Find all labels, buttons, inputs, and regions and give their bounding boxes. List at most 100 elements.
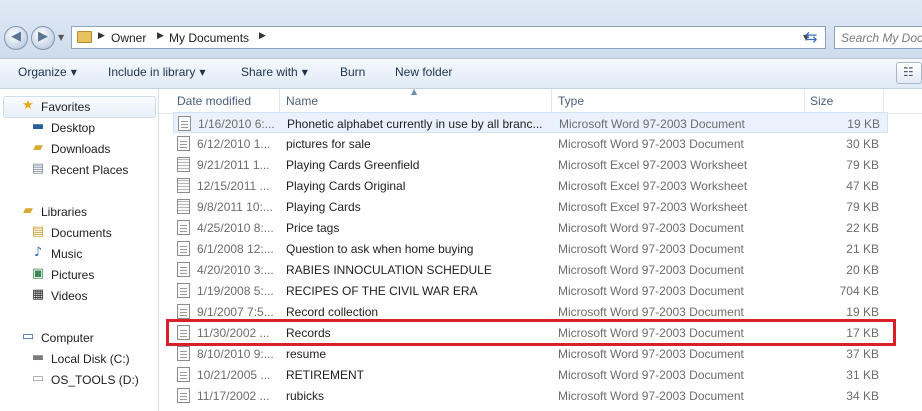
forward-button[interactable]: ▶ (31, 26, 55, 50)
nav-music-label: Music (51, 247, 83, 261)
command-bar: Organize ▼ Include in library ▼ Share with… (0, 59, 922, 89)
column-header-size[interactable]: Size (810, 94, 833, 108)
nav-favorites-label: Favorites (41, 100, 91, 114)
file-date-modified: 4/20/2010 3:... (197, 263, 274, 277)
nav-pictures-label: Pictures (51, 268, 95, 282)
file-size: 31 KB (846, 368, 879, 382)
file-type: Microsoft Word 97-2003 Document (558, 242, 744, 256)
column-divider[interactable] (279, 89, 280, 113)
drive-icon: ▭ (31, 371, 45, 386)
file-row[interactable]: 10/21/2005 ... RETIREMENT Microsoft Word 9… (173, 364, 888, 385)
file-size: 30 KB (846, 137, 879, 151)
pictures-icon: ▣ (31, 266, 45, 281)
refresh-icon[interactable]: ⇆ (805, 28, 818, 46)
file-name: resume (286, 347, 327, 361)
documents-library-icon: ▤ (31, 224, 45, 239)
file-row[interactable]: 6/12/2010 1... pictures for sale Microsoft… (173, 133, 888, 154)
include-in-library-button[interactable]: Include in library ▼ (108, 65, 206, 79)
file-row[interactable]: 1/19/2008 5:... RECIPES OF THE CIVIL WAR … (173, 280, 888, 301)
file-type: Microsoft Word 97-2003 Document (559, 117, 745, 131)
word-doc-icon (178, 116, 191, 131)
breadcrumb-separator-icon[interactable]: ▶ (98, 31, 105, 41)
recent-pages-dropdown[interactable]: ▼ (58, 33, 64, 42)
word-doc-icon (177, 241, 190, 256)
file-row[interactable]: 9/1/2007 7:5... Record collection Microsof… (173, 301, 888, 322)
file-row[interactable]: 11/30/2002 ... Records Microsoft Word 97-2… (173, 322, 888, 343)
share-with-label: Share with (241, 65, 298, 79)
file-row[interactable]: 6/1/2008 12:... Question to ask when home… (173, 238, 888, 259)
file-type: Microsoft Excel 97-2003 Worksheet (558, 179, 748, 193)
burn-button[interactable]: Burn (340, 65, 365, 79)
word-doc-icon (177, 304, 190, 319)
file-row[interactable]: 4/20/2010 3:... RABIES INNOCULATION SCHED… (173, 259, 888, 280)
file-name: rubicks (286, 389, 325, 403)
file-name: Price tags (286, 221, 340, 235)
view-list-icon: ☷ (903, 65, 914, 79)
new-folder-button[interactable]: New folder (395, 65, 452, 79)
file-row[interactable]: 4/25/2010 8:... Price tags Microsoft Word … (173, 217, 888, 238)
file-type: Microsoft Word 97-2003 Document (558, 326, 744, 340)
file-size: 704 KB (839, 284, 879, 298)
address-field[interactable]: ▶ Owner ▶ My Documents ▶ (71, 26, 826, 49)
change-view-button[interactable]: ☷ (896, 62, 922, 84)
share-with-button[interactable]: Share with ▼ (241, 65, 308, 79)
column-header-date-modified[interactable]: Date modified (177, 94, 251, 108)
file-type: Microsoft Word 97-2003 Document (558, 389, 744, 403)
forward-arrow-icon: ▶ (38, 29, 48, 44)
file-name: RABIES INNOCULATION SCHEDULE (286, 263, 492, 277)
file-date-modified: 12/15/2011 ... (197, 179, 270, 193)
column-divider[interactable] (883, 89, 884, 113)
word-doc-icon (177, 262, 190, 277)
search-input[interactable]: Search My Documents (834, 26, 922, 49)
file-name: RECIPES OF THE CIVIL WAR ERA (286, 284, 478, 298)
file-date-modified: 1/19/2008 5:... (197, 284, 274, 298)
address-bar: ◀ ▶ ▼ ▶ Owner ▶ My Documents ▶ ▼ ⇆ Searc… (0, 0, 922, 59)
downloads-folder-icon: ▰ (33, 140, 43, 155)
file-date-modified: 6/1/2008 12:... (197, 242, 274, 256)
organize-button[interactable]: Organize ▼ (18, 65, 77, 79)
nav-libraries-label: Libraries (41, 205, 88, 219)
back-button[interactable]: ◀ (4, 26, 28, 50)
file-size: 22 KB (846, 221, 879, 235)
file-type: Microsoft Word 97-2003 Document (558, 284, 744, 298)
file-row[interactable]: 11/17/2002 ... rubicks Microsoft Word 97-2… (173, 385, 888, 406)
nav-recent-places-label: Recent Places (51, 163, 129, 177)
column-divider[interactable] (551, 89, 552, 113)
file-size: 21 KB (846, 242, 879, 256)
file-row[interactable]: 9/8/2011 10:... Playing Cards Microsoft Ex… (173, 196, 888, 217)
file-row[interactable]: 1/16/2010 6:... Phonetic alphabet current… (173, 112, 888, 133)
word-doc-icon (177, 346, 190, 361)
file-date-modified: 11/30/2002 ... (197, 326, 270, 340)
organize-label: Organize (18, 65, 67, 79)
file-row[interactable]: 9/21/2011 1... Playing Cards Greenfield Mi… (173, 154, 888, 175)
file-type: Microsoft Word 97-2003 Document (558, 347, 744, 361)
file-name: pictures for sale (286, 137, 371, 151)
breadcrumb-separator-icon[interactable]: ▶ (259, 31, 266, 41)
file-row[interactable]: 12/15/2011 ... Playing Cards Original Micr… (173, 175, 888, 196)
word-doc-icon (177, 283, 190, 298)
excel-sheet-icon (177, 157, 190, 172)
file-date-modified: 9/8/2011 10:... (197, 200, 273, 214)
folder-icon (77, 31, 92, 43)
breadcrumb-owner[interactable]: Owner (111, 31, 146, 45)
music-note-icon: ♪ (33, 245, 43, 260)
breadcrumb-my-documents[interactable]: My Documents (169, 31, 249, 45)
column-header-name[interactable]: Name (286, 94, 318, 108)
chevron-down-icon: ▼ (301, 68, 308, 77)
libraries-icon: ▰ (23, 203, 33, 218)
file-size: 19 KB (847, 117, 880, 131)
column-divider[interactable] (804, 89, 805, 113)
column-header-type[interactable]: Type (558, 94, 584, 108)
file-date-modified: 11/17/2002 ... (197, 389, 270, 403)
file-type: Microsoft Word 97-2003 Document (558, 221, 744, 235)
file-type: Microsoft Excel 97-2003 Worksheet (558, 158, 748, 172)
file-date-modified: 8/10/2010 9:... (197, 347, 274, 361)
word-doc-icon (177, 325, 190, 340)
nav-downloads-label: Downloads (51, 142, 111, 156)
file-name: Playing Cards (286, 200, 361, 214)
breadcrumb-separator-icon[interactable]: ▶ (157, 31, 164, 41)
file-row[interactable]: 8/10/2010 9:... resume Microsoft Word 97-2… (173, 343, 888, 364)
file-name: Playing Cards Original (286, 179, 406, 193)
file-size: 37 KB (846, 347, 879, 361)
word-doc-icon (177, 367, 190, 382)
